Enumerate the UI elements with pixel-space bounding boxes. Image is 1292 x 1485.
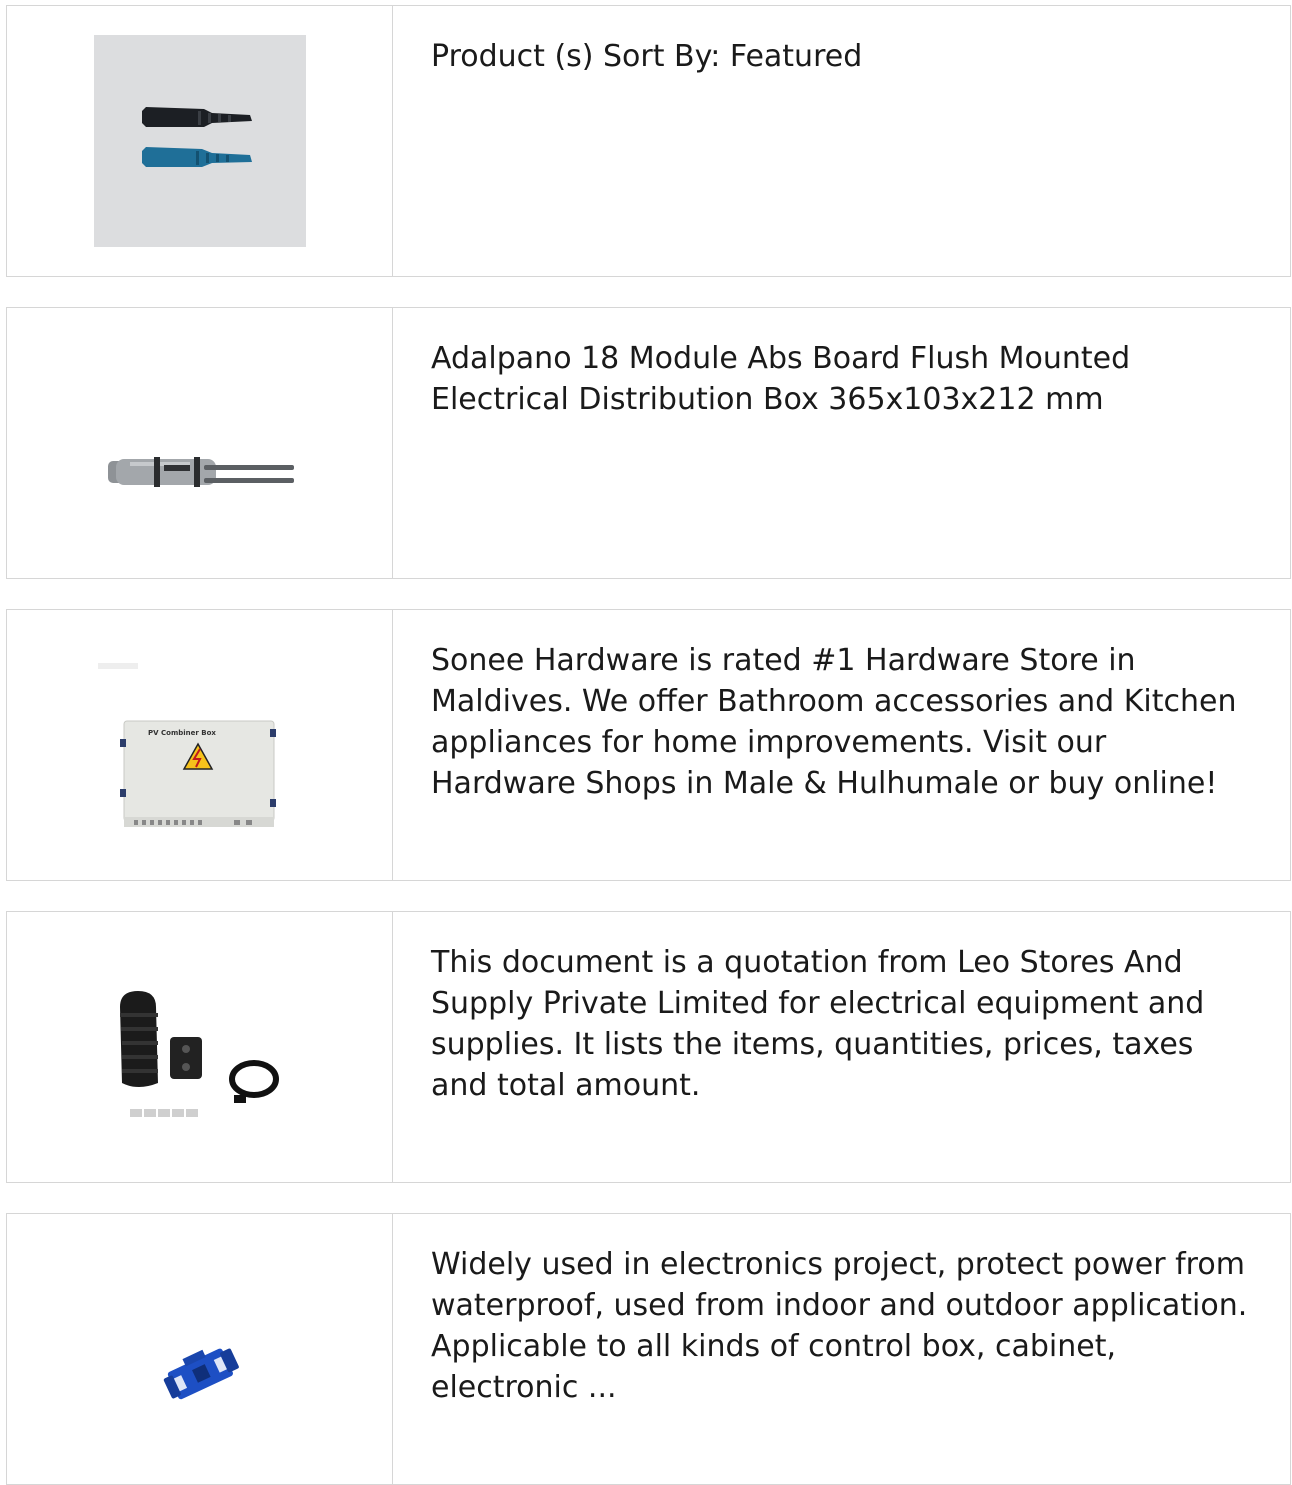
black-blue-fiber-boots-image[interactable] <box>93 35 306 247</box>
product-thumbnail-cell <box>7 308 393 578</box>
product-thumbnail-cell <box>7 6 393 276</box>
fiber-splice-closure-image[interactable] <box>93 941 306 1153</box>
box-label: PV Combiner Box <box>148 729 216 737</box>
product-thumbnail-cell <box>7 1214 393 1484</box>
product-card[interactable]: Widely used in electronics project, prot… <box>6 1213 1291 1485</box>
product-thumbnail-cell: PV Combiner Box <box>7 610 393 880</box>
product-text-cell: Widely used in electronics project, prot… <box>393 1214 1290 1484</box>
blue-lc-duplex-adapter-image[interactable] <box>93 1243 306 1455</box>
product-title-link[interactable]: This document is a quotation from Leo St… <box>431 942 1252 1106</box>
product-card[interactable]: This document is a quotation from Leo St… <box>6 911 1291 1183</box>
product-text-cell: Sonee Hardware is rated #1 Hardware Stor… <box>393 610 1290 880</box>
product-title-link[interactable]: Sonee Hardware is rated #1 Hardware Stor… <box>431 640 1252 804</box>
product-card[interactable]: Product (s) Sort By: Featured <box>6 5 1291 277</box>
product-text-cell: Adalpano 18 Module Abs Board Flush Mount… <box>393 308 1290 578</box>
grey-connector-tool-image[interactable] <box>93 337 306 549</box>
pv-combiner-box-image[interactable]: PV Combiner Box <box>93 639 306 851</box>
product-text-cell: This document is a quotation from Leo St… <box>393 912 1290 1182</box>
product-card[interactable]: PV Combiner Box Sonee Hardware is rated … <box>6 609 1291 881</box>
product-title-link[interactable]: Adalpano 18 Module Abs Board Flush Mount… <box>431 338 1252 420</box>
product-card[interactable]: Adalpano 18 Module Abs Board Flush Mount… <box>6 307 1291 579</box>
product-text-cell: Product (s) Sort By: Featured <box>393 6 1290 276</box>
product-title-link[interactable]: Widely used in electronics project, prot… <box>431 1244 1252 1408</box>
product-title-link[interactable]: Product (s) Sort By: Featured <box>431 36 1252 77</box>
product-thumbnail-cell <box>7 912 393 1182</box>
